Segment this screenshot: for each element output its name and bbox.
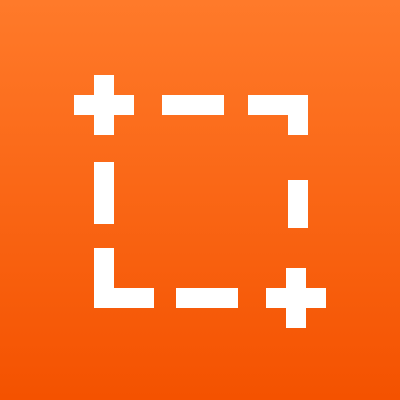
app-icon: [0, 0, 400, 400]
left-dash: [94, 162, 114, 224]
icon-background: [0, 0, 400, 400]
top-dash: [162, 95, 224, 115]
right-dash: [288, 180, 308, 228]
screenshot-crop-selection-icon: [0, 0, 400, 400]
bottom-dash: [176, 288, 238, 308]
